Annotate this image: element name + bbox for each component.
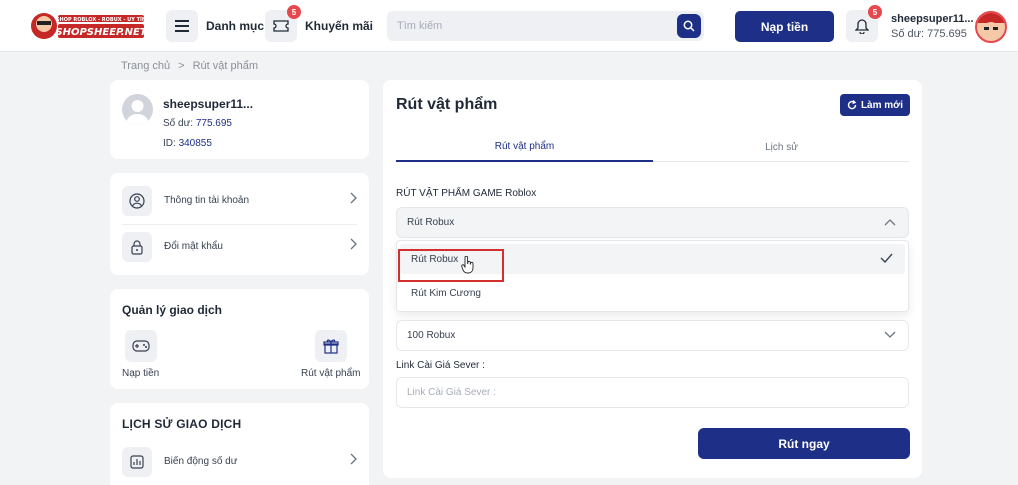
profile-balance-value: 775.695 bbox=[195, 118, 232, 129]
profile-id-label: ID: bbox=[163, 138, 179, 149]
refresh-button[interactable]: Làm mới bbox=[840, 94, 910, 116]
transaction-item-deposit[interactable]: Nạp tiền bbox=[122, 330, 159, 379]
ticket-icon: 5 bbox=[265, 5, 301, 42]
check-icon bbox=[880, 253, 893, 263]
chart-icon bbox=[122, 446, 152, 477]
lock-icon bbox=[122, 231, 152, 262]
transaction-management-card: Quản lý giao dịch Nạp tiền Rút vật phẩm bbox=[110, 289, 369, 389]
header-user-info[interactable]: sheepsuper11... Số dư: 775.695 bbox=[891, 12, 974, 42]
withdraw-panel: Rút vật phẩm Làm mới Rút vật phẩm Lịch s… bbox=[383, 80, 922, 478]
transaction-item-label: Rút vật phẩm bbox=[301, 368, 361, 379]
page-title: Rút vật phẩm bbox=[396, 96, 498, 113]
header-balance: Số dư: 775.695 bbox=[891, 28, 967, 40]
promo-button[interactable]: 5 Khuyến mãi bbox=[265, 5, 374, 42]
chevron-down-icon bbox=[884, 331, 896, 338]
search-bar bbox=[387, 11, 704, 41]
refresh-icon bbox=[847, 100, 857, 110]
transaction-item-label: Nạp tiền bbox=[122, 368, 160, 379]
breadcrumb-separator: > bbox=[178, 60, 185, 72]
option-diamond[interactable]: Rút Kim Cương bbox=[400, 278, 905, 308]
category-menu-button[interactable]: Danh mục bbox=[166, 10, 264, 42]
profile-username: sheepsuper11... bbox=[163, 97, 254, 111]
transaction-history-title: LỊCH SỬ GIAO DỊCH bbox=[122, 417, 242, 431]
selection-highlight-box bbox=[398, 249, 504, 282]
withdraw-type-select[interactable]: Rút Robux bbox=[396, 207, 909, 238]
chevron-right-icon bbox=[350, 453, 357, 465]
search-button[interactable] bbox=[677, 14, 701, 38]
withdraw-type-value: Rút Robux bbox=[407, 217, 455, 228]
gamepad-icon bbox=[124, 330, 157, 362]
link-field-wrapper bbox=[396, 377, 909, 408]
breadcrumb-current: Rút vật phẩm bbox=[192, 60, 258, 72]
refresh-label: Làm mới bbox=[860, 99, 904, 111]
game-label: RÚT VẬT PHẨM GAME Roblox bbox=[396, 188, 537, 199]
gift-icon bbox=[314, 330, 347, 362]
bell-icon bbox=[855, 18, 869, 34]
notification-button[interactable]: 5 bbox=[846, 5, 882, 42]
site-logo[interactable]: SHOP ROBLOX - ROBUX - UY TÍN SHOPSHEEP.N… bbox=[30, 10, 148, 42]
breadcrumb-home[interactable]: Trang chủ bbox=[121, 60, 170, 72]
amount-select[interactable]: 100 Robux bbox=[396, 320, 909, 351]
profile-balance-label: Số dư: bbox=[163, 118, 196, 129]
profile-balance: Số dư: 775.695 bbox=[163, 114, 253, 134]
menu-item-label: Thông tin tài khoản bbox=[164, 195, 250, 206]
hamburger-icon bbox=[166, 10, 198, 42]
menu-item-change-password[interactable]: Đổi mật khẩu bbox=[122, 224, 357, 269]
transaction-history-card: LỊCH SỬ GIAO DỊCH Biến động số dư bbox=[110, 403, 369, 485]
tab-history[interactable]: Lịch sử bbox=[653, 132, 910, 162]
withdraw-now-button[interactable]: Rút ngay bbox=[698, 428, 910, 459]
promo-badge: 5 bbox=[287, 5, 301, 19]
account-menu: Thông tin tài khoản Đổi mật khẩu bbox=[110, 173, 369, 275]
menu-item-label: Đổi mật khẩu bbox=[164, 241, 223, 252]
chevron-right-icon bbox=[350, 192, 357, 204]
history-item-balance-changes[interactable]: Biến động số dư bbox=[122, 439, 357, 484]
profile-card: sheepsuper11... Số dư: 775.695 ID: 34085… bbox=[110, 80, 369, 159]
tab-bar: Rút vật phẩm Lịch sử bbox=[396, 132, 909, 162]
chevron-right-icon bbox=[350, 238, 357, 250]
transaction-management-title: Quản lý giao dịch bbox=[122, 303, 223, 317]
tab-withdraw[interactable]: Rút vật phẩm bbox=[396, 132, 653, 162]
link-label: Link Cài Giá Sever : bbox=[396, 360, 485, 371]
profile-id: ID: 340855 bbox=[163, 134, 253, 154]
history-item-label: Biến động số dư bbox=[164, 456, 238, 467]
chevron-up-icon bbox=[884, 219, 896, 226]
search-input[interactable] bbox=[387, 11, 657, 41]
menu-item-account-info[interactable]: Thông tin tài khoản bbox=[122, 178, 357, 223]
user-circle-icon bbox=[122, 185, 152, 216]
header-avatar[interactable] bbox=[975, 11, 1007, 43]
svg-text:SHOPSHEEP.NET: SHOPSHEEP.NET bbox=[55, 27, 146, 38]
svg-text:SHOP ROBLOX - ROBUX - UY TÍN: SHOP ROBLOX - ROBUX - UY TÍN bbox=[56, 15, 146, 23]
profile-avatar bbox=[122, 94, 153, 125]
profile-id-value: 340855 bbox=[178, 138, 212, 149]
option-label: Rút Kim Cương bbox=[411, 287, 481, 299]
link-input[interactable] bbox=[397, 378, 908, 407]
promo-label: Khuyến mãi bbox=[305, 19, 374, 33]
category-menu-label: Danh mục bbox=[206, 19, 265, 33]
hand-cursor-icon bbox=[461, 256, 474, 274]
top-bar: SHOP ROBLOX - ROBUX - UY TÍN SHOPSHEEP.N… bbox=[0, 0, 1018, 52]
header-username: sheepsuper11... bbox=[891, 13, 974, 25]
profile-info: sheepsuper11... Số dư: 775.695 ID: 34085… bbox=[163, 94, 253, 154]
deposit-button[interactable]: Nạp tiền bbox=[735, 11, 834, 42]
breadcrumb: Trang chủ > Rút vật phẩm bbox=[121, 60, 258, 72]
transaction-item-withdraw[interactable]: Rút vật phẩm bbox=[301, 330, 360, 379]
notification-badge: 5 bbox=[868, 5, 882, 19]
amount-value: 100 Robux bbox=[407, 330, 456, 341]
search-icon bbox=[683, 20, 695, 32]
